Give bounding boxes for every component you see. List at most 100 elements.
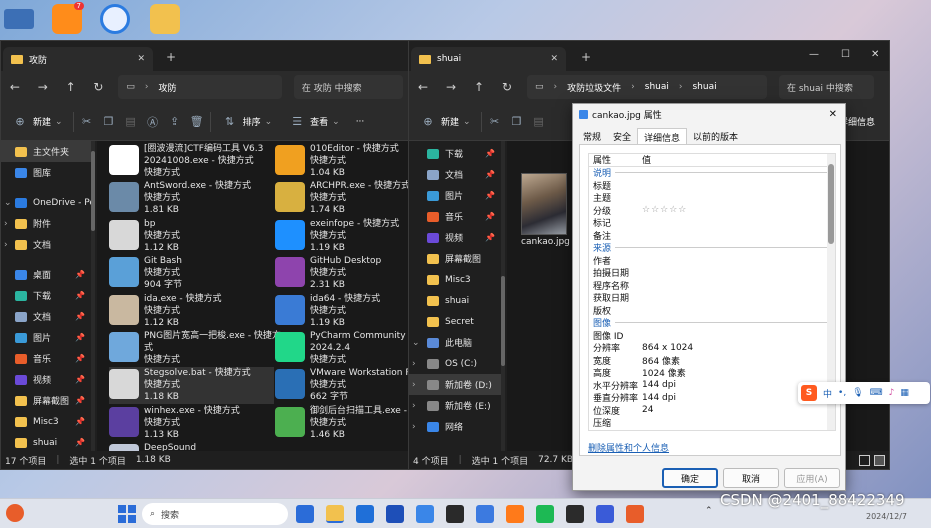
more-button[interactable]: ··· xyxy=(350,109,371,135)
remove-properties-link[interactable]: 删除属性和个人信息 xyxy=(588,441,669,454)
file-item[interactable]: DeepSound快捷方式 xyxy=(109,442,274,451)
tab-1[interactable]: 安全 xyxy=(607,128,637,144)
sidebar-item[interactable]: › OS (C:) xyxy=(409,353,501,374)
close-window-icon[interactable]: ✕ xyxy=(871,49,879,60)
sidebar-item[interactable]: 图片 📌 xyxy=(1,327,91,348)
property-row[interactable]: 分级 ☆☆☆☆☆ xyxy=(589,204,835,217)
taskbar-app-icon[interactable] xyxy=(356,505,374,523)
new-button[interactable]: ⊕ 新建 ⌄ xyxy=(5,109,69,135)
close-dialog-icon[interactable]: ✕ xyxy=(829,109,837,120)
property-row[interactable]: 获取日期 xyxy=(589,292,835,304)
file-item[interactable]: PyCharm Community Editi 2024.2.4 快捷方式 xyxy=(275,330,409,367)
file-item[interactable]: GitHub Desktop 快捷方式 2.31 KB xyxy=(275,255,409,292)
chevron-right-icon[interactable]: › xyxy=(412,359,416,369)
ime-toolbar[interactable]: S 中 •, 🎙 ⌨ ♪ ▦ xyxy=(798,382,930,404)
path-segment[interactable]: 攻防 xyxy=(159,81,177,94)
microphone-icon[interactable]: 🎙 xyxy=(852,388,863,398)
taskbar-app-icon[interactable] xyxy=(446,505,464,523)
tab-0[interactable]: 常规 xyxy=(577,128,607,144)
chevron-right-icon[interactable]: › xyxy=(4,240,8,250)
punctuation-icon[interactable]: •, xyxy=(838,388,846,398)
taskbar-search[interactable]: ⌕ 搜索 xyxy=(142,503,288,525)
keyboard-icon[interactable]: ⌨ xyxy=(870,388,883,398)
taskbar-app-icon[interactable] xyxy=(596,505,614,523)
file-item[interactable]: exeinfope - 快捷方式 快捷方式 1.19 KB xyxy=(275,218,409,255)
clock-date[interactable]: 2024/12/7 xyxy=(866,512,907,521)
sidebar-item[interactable]: › 新加卷 (D:) xyxy=(409,374,501,395)
weather-widget-icon[interactable] xyxy=(6,504,24,522)
path-segment[interactable]: shuai xyxy=(645,82,669,92)
apply-button[interactable]: 应用(A) xyxy=(784,468,840,488)
sidebar-item[interactable]: shuai 📌 xyxy=(1,432,91,451)
taskbar-app-icon[interactable] xyxy=(476,505,494,523)
cut-icon[interactable]: ✂ xyxy=(486,115,504,128)
ime-language-label[interactable]: 中 xyxy=(823,387,832,400)
sidebar-item[interactable]: › 网络 xyxy=(409,416,501,437)
property-row[interactable]: 分辨率 864 x 1024 xyxy=(589,342,835,355)
up-icon[interactable]: ↑ xyxy=(63,80,79,94)
desktop-icon-shop[interactable]: 7 xyxy=(52,2,84,34)
tab-2[interactable]: 详细信息 xyxy=(637,128,688,144)
sidebar-item[interactable]: 主文件夹 xyxy=(1,141,91,162)
property-row[interactable]: 图像 ID xyxy=(589,329,835,342)
tab-3[interactable]: 以前的版本 xyxy=(687,128,744,144)
sidebar-item[interactable]: 图库 xyxy=(1,162,91,183)
ok-button[interactable]: 确定 xyxy=(662,468,718,488)
new-tab-icon[interactable]: + xyxy=(581,50,591,64)
sidebar-scrollbar[interactable] xyxy=(91,141,95,451)
sidebar-item[interactable]: 音乐 📌 xyxy=(1,348,91,369)
view-button[interactable]: ☰ 查看 ⌄ xyxy=(282,109,346,135)
up-icon[interactable]: ↑ xyxy=(471,80,487,94)
taskbar-app-icon[interactable] xyxy=(326,505,344,523)
skin-icon[interactable]: ♪ xyxy=(889,388,895,398)
sidebar-item[interactable]: 文档 📌 xyxy=(1,306,91,327)
property-row[interactable]: 备注 xyxy=(589,229,835,242)
taskbar-app-icon[interactable] xyxy=(296,505,314,523)
sidebar-item[interactable]: 文档 📌 xyxy=(409,164,501,185)
show-hidden-icons[interactable]: ⌃ xyxy=(705,506,713,516)
file-item[interactable]: ida64 - 快捷方式 快捷方式 1.19 KB xyxy=(275,293,409,330)
file-item[interactable]: ARCHPR.exe - 快捷方式 快捷方式 1.74 KB xyxy=(275,180,409,217)
path-segment[interactable]: 攻防垃圾文件 xyxy=(567,81,621,94)
sidebar-item[interactable]: 视频 📌 xyxy=(409,227,501,248)
sidebar-item[interactable]: 屏幕截图 xyxy=(409,248,501,269)
sidebar-item[interactable]: Secret xyxy=(409,311,501,332)
file-item[interactable]: [圈波漫流]CTF编码工具 V6.3 20241008.exe - 快捷方式 快捷方… xyxy=(109,143,274,180)
property-row[interactable]: 标题 xyxy=(589,179,835,192)
paste-icon[interactable]: ▤ xyxy=(122,115,140,128)
close-tab-icon[interactable]: ✕ xyxy=(137,54,145,64)
taskbar-app-icon[interactable] xyxy=(506,505,524,523)
search-input[interactable]: 在 shuai 中搜索 xyxy=(779,75,874,99)
cancel-button[interactable]: 取消 xyxy=(723,468,779,488)
maximize-icon[interactable]: ☐ xyxy=(841,49,850,60)
forward-icon[interactable]: → xyxy=(443,80,459,94)
rename-icon[interactable]: Ⓐ xyxy=(144,114,162,130)
taskbar-app-icon[interactable] xyxy=(386,505,404,523)
tiles-view-icon[interactable] xyxy=(874,454,885,466)
property-row[interactable]: 高度 1024 像素 xyxy=(589,367,835,379)
cut-icon[interactable]: ✂ xyxy=(78,115,96,128)
file-item[interactable]: VMware Workstation Pro 快捷方式 662 字节 xyxy=(275,367,409,404)
sidebar-item[interactable]: 下载 📌 xyxy=(409,143,501,164)
file-item-cankao[interactable]: cankao.jpg xyxy=(521,173,570,253)
path-box[interactable]: ▭ › 攻防 xyxy=(118,75,282,99)
sidebar-item[interactable]: Misc3 📌 xyxy=(1,411,91,432)
sidebar-item[interactable]: ⌄ OneDrive - Per xyxy=(1,192,91,213)
taskbar-app-icon[interactable] xyxy=(416,505,434,523)
copy-icon[interactable]: ❐ xyxy=(508,115,526,128)
forward-icon[interactable]: → xyxy=(35,80,51,94)
back-icon[interactable]: ← xyxy=(415,80,431,94)
sidebar-item[interactable]: ⌄ 此电脑 xyxy=(409,332,501,353)
minimize-icon[interactable]: — xyxy=(809,49,819,60)
sidebar-item[interactable]: 音乐 📌 xyxy=(409,206,501,227)
sidebar-item[interactable]: shuai xyxy=(409,290,501,311)
share-icon[interactable]: ⇪ xyxy=(166,115,184,128)
sidebar-item[interactable]: › 附件 xyxy=(1,213,91,234)
sort-button[interactable]: ⇅ 排序 ⌄ xyxy=(215,109,279,135)
copy-icon[interactable]: ❐ xyxy=(100,115,118,128)
desktop-icon-pc[interactable] xyxy=(4,4,34,34)
sidebar-item[interactable]: Misc3 xyxy=(409,269,501,290)
file-item[interactable]: AntSword.exe - 快捷方式 快捷方式 1.81 KB xyxy=(109,180,274,217)
property-row[interactable]: 主题 xyxy=(589,192,835,204)
file-item[interactable]: 御剑后台扫描工具.exe - 快捷快捷方式1.46 KB xyxy=(275,405,409,442)
